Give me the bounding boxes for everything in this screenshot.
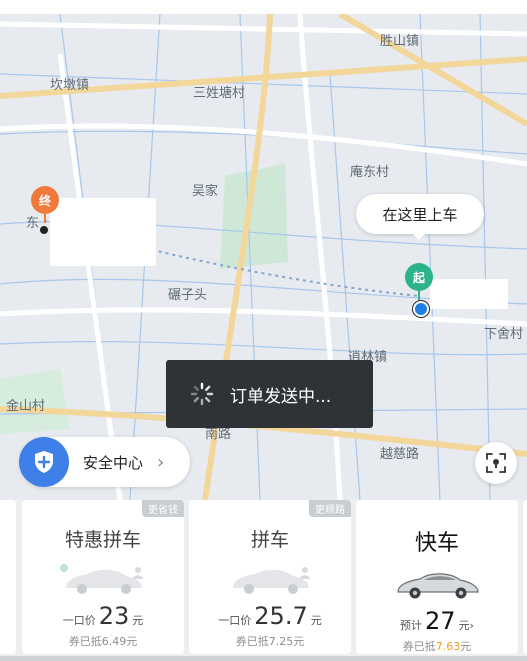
option-name: 拼车 [250, 529, 289, 551]
redacted-destination-name [50, 198, 156, 266]
option-name: 快车 [414, 531, 459, 556]
ride-option-card-partial[interactable] [0, 500, 16, 654]
ride-option-card-pinche[interactable]: 更顺路 拼车 一口价 25.7 元 券已抵7.25元 [189, 500, 351, 654]
safety-center-button[interactable]: 安全中心 › [19, 437, 190, 487]
safety-center-label: 安全中心 [83, 453, 144, 472]
ride-option-card-partial-right[interactable] [523, 500, 527, 654]
map-label-sanxingtang: 三姓塘村 [193, 86, 246, 101]
destination-dot [40, 226, 48, 234]
map-label-wujia: 吴家 [192, 184, 219, 199]
loading-spinner-icon [190, 382, 214, 406]
option-name: 特惠拼车 [64, 529, 141, 551]
pickup-pin[interactable]: 起 [405, 263, 433, 300]
option-price: 一口价 23 元 [62, 602, 144, 630]
order-sending-toast: 订单发送中... [166, 360, 373, 428]
option-coupon: 券已抵7.63元 [402, 640, 472, 653]
ride-option-card-tehui[interactable]: 更省钱 特惠拼车 一口价 23 元 券已抵6.49元 [22, 500, 184, 654]
map-label-kandun: 坎墩镇 [50, 78, 90, 93]
pickup-location-dot [413, 301, 429, 317]
map-label-jianzitou: 碾子头 [168, 288, 208, 303]
option-tag: 更顺路 [309, 500, 351, 517]
map-label-dong: 东 [26, 216, 40, 231]
map-label-xiashe: 下舍村 [484, 327, 524, 342]
option-coupon: 券已抵6.49元 [68, 635, 138, 648]
toast-text: 订单发送中... [230, 386, 332, 407]
pickup-callout[interactable]: 在这里上车 [356, 194, 484, 240]
car-icon [397, 573, 479, 599]
bottom-divider [0, 656, 527, 661]
status-bar [0, 0, 527, 14]
car-icon [233, 567, 310, 594]
shield-icon [19, 437, 69, 487]
map-label-andong: 庵东村 [350, 165, 390, 180]
locate-icon [486, 453, 506, 473]
map-label-shengshan: 胜山镇 [380, 34, 420, 49]
locate-button[interactable] [475, 442, 517, 484]
ride-options: 更省钱 特惠拼车 一口价 23 元 券已抵6.49元 更顺路 拼车 一口价 25.7 元… [0, 500, 527, 661]
ride-option-card-kuaiche[interactable]: 快车 预计 27 元› 券已抵7.63元 [356, 500, 518, 654]
option-tag: 更省钱 [142, 500, 184, 517]
map-label-yuecilu: 越慈路 [380, 447, 420, 462]
option-price: 一口价 25.7 元 [218, 602, 322, 630]
destination-pin[interactable]: 终 [31, 186, 59, 223]
redacted-pickup-name [430, 279, 508, 309]
chevron-right-icon: › [157, 451, 165, 473]
car-icon [60, 564, 143, 594]
option-coupon: 券已抵7.25元 [235, 635, 305, 648]
map-label-jinshan: 金山村 [6, 399, 46, 414]
option-price: 预计 27 元› [400, 607, 474, 635]
